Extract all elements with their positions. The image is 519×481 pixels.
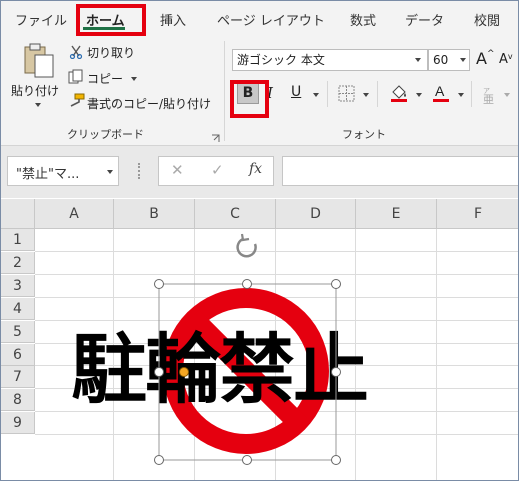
column-header[interactable]: E [356,199,437,229]
name-box-dropdown-icon[interactable] [107,170,113,174]
shrink-font-label: A [499,52,508,67]
rotate-handle-icon [236,233,257,258]
font-color-icon[interactable]: A [432,83,450,107]
grow-font-button[interactable]: A^ [476,49,495,68]
format-painter-button[interactable]: 書式のコピー/貼り付け [87,95,211,112]
row-header[interactable]: 5 [1,320,35,343]
excel-window: ファイル ホーム 挿入 ページ レイアウト 数式 データ 校閲 貼り付け 切り取… [0,0,519,481]
copy-button[interactable]: コピー [87,70,123,87]
fill-color-icon[interactable] [390,83,408,107]
format-painter-icon[interactable] [67,93,85,113]
tab-data[interactable]: データ [405,10,444,29]
select-all-corner[interactable] [1,199,35,229]
active-tab-underline [83,27,125,30]
font-divider-3 [471,81,472,107]
svg-text:亜: 亜 [483,93,494,105]
gridline-column [436,229,437,480]
shape-selection-frame[interactable] [151,229,351,469]
column-header[interactable]: A [35,199,114,229]
formula-bar-area: "禁止"マ... ✕ ✓ fx [1,146,518,198]
name-box-value: "禁止"マ... [16,167,80,182]
font-size-dropdown-icon[interactable] [460,58,466,62]
font-name-value: 游ゴシック 本文 [237,53,325,67]
group-divider [224,41,225,141]
row-header[interactable]: 7 [1,366,35,389]
clipboard-group-label: クリップボード [67,128,144,141]
italic-button[interactable]: I [267,84,273,102]
row-header[interactable]: 2 [1,251,35,274]
row-header[interactable]: 8 [1,389,35,412]
fill-color-dropdown-icon[interactable] [416,93,422,97]
paste-dropdown-icon[interactable] [35,103,41,107]
font-color-dropdown-icon[interactable] [458,93,464,97]
formula-buttons: ✕ ✓ fx [158,156,274,186]
row-header[interactable]: 6 [1,343,35,366]
row-header[interactable]: 4 [1,297,35,320]
borders-dropdown-icon[interactable] [363,93,369,97]
phonetic-dropdown-icon[interactable] [504,93,510,97]
cancel-button[interactable]: ✕ [171,161,184,179]
column-header[interactable]: D [276,199,356,229]
grow-font-label: A [476,49,487,68]
bold-button[interactable]: B [237,82,259,104]
ribbon: 貼り付け 切り取り コピー 書式のコピー/貼り付け クリップボード 游ゴシック … [1,37,518,147]
tab-formulas[interactable]: 数式 [350,10,376,29]
name-box[interactable]: "禁止"マ... [7,156,119,186]
formula-input[interactable] [282,156,518,186]
underline-dropdown-icon[interactable] [313,93,319,97]
shrink-font-button[interactable]: Av [499,52,513,67]
row-header[interactable]: 3 [1,274,35,297]
column-header[interactable]: F [437,199,518,229]
clipboard-launcher-icon[interactable] [211,128,220,147]
svg-text:A: A [435,83,445,99]
underline-button[interactable]: U [291,84,301,100]
paste-label[interactable]: 貼り付け [11,82,59,99]
font-name-dropdown-icon[interactable] [415,58,421,62]
tab-file[interactable]: ファイル [15,10,67,29]
column-header[interactable]: C [195,199,276,229]
copy-dropdown-icon[interactable] [131,77,137,81]
phonetic-guide-icon[interactable]: ア亜 [481,85,501,109]
font-name-combo[interactable]: 游ゴシック 本文 [232,49,428,71]
row-header[interactable]: 9 [1,412,35,435]
font-divider [327,81,328,107]
tab-insert[interactable]: 挿入 [160,10,186,29]
row-header[interactable]: 1 [1,229,35,251]
font-size-value: 60 [433,53,449,67]
tab-page-layout[interactable]: ページ レイアウト [217,10,325,29]
cut-button[interactable]: 切り取り [87,44,135,61]
worksheet-grid: ABCDEF 123456789 駐輪禁止 [1,199,518,480]
ribbon-tabs: ファイル ホーム 挿入 ページ レイアウト 数式 データ 校閲 [1,1,518,37]
formula-bar-grip[interactable] [138,163,143,179]
borders-icon[interactable] [338,85,355,106]
enter-button[interactable]: ✓ [211,161,224,179]
paste-icon [24,43,54,78]
cut-icon[interactable] [69,44,83,63]
font-group-label: フォント [342,128,386,141]
insert-function-button[interactable]: fx [249,161,262,177]
column-header[interactable]: B [114,199,195,229]
copy-icon[interactable] [68,69,84,89]
tab-review[interactable]: 校閲 [474,10,500,29]
font-divider-2 [377,81,378,107]
